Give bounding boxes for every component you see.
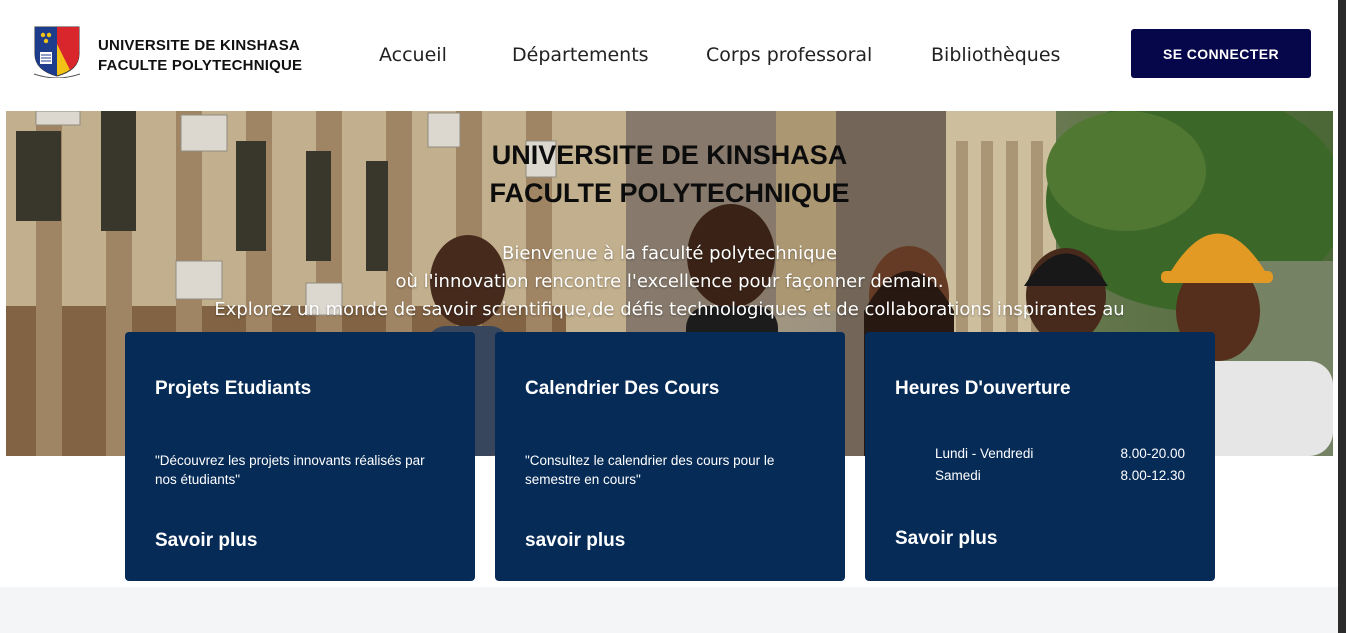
hero-title: UNIVERSITE DE KINSHASA FACULTE POLYTECHN… bbox=[6, 136, 1333, 212]
card-title: Heures D'ouverture bbox=[895, 378, 1071, 399]
login-button[interactable]: SE CONNECTER bbox=[1131, 29, 1311, 78]
nav-accueil[interactable]: Accueil bbox=[379, 44, 447, 66]
site-header: UNIVERSITE DE KINSHASA FACULTE POLYTECHN… bbox=[0, 0, 1338, 108]
card-title: Calendrier Des Cours bbox=[525, 378, 720, 399]
card-description: "Consultez le calendrier des cours pour … bbox=[525, 453, 775, 487]
card-title: Projets Etudiants bbox=[155, 378, 312, 399]
hours-row: Samedi 8.00-12.30 bbox=[935, 468, 1185, 488]
card-savoir-plus-link[interactable]: Savoir plus bbox=[895, 528, 997, 550]
hero-title-line-2: FACULTE POLYTECHNIQUE bbox=[489, 178, 850, 208]
hero-title-line-1: UNIVERSITE DE KINSHASA bbox=[491, 140, 848, 170]
window-edge bbox=[1338, 0, 1346, 633]
brand-name[interactable]: UNIVERSITE DE KINSHASA FACULTE POLYTECHN… bbox=[98, 36, 302, 76]
page-bottom-strip bbox=[0, 587, 1338, 633]
card-heures-ouverture: Heures D'ouverture Lundi - Vendredi 8.00… bbox=[865, 332, 1215, 581]
hours-row: Lundi - Vendredi 8.00-20.00 bbox=[935, 446, 1185, 466]
nav-bibliotheques[interactable]: Bibliothèques bbox=[931, 44, 1060, 66]
hero-subtitle-line-3: Explorez un monde de savoir scientifique… bbox=[214, 299, 1125, 320]
hero-subtitle-line-1: Bienvenue à la faculté polytechnique bbox=[501, 243, 838, 264]
card-description: "Découvrez les projets innovants réalisé… bbox=[155, 453, 425, 487]
brand-line-1: UNIVERSITE DE KINSHASA bbox=[98, 37, 300, 54]
card-projets-etudiants: Projets Etudiants "Découvrez les projets… bbox=[125, 332, 475, 581]
nav-departements[interactable]: Départements bbox=[512, 44, 649, 66]
hours-time: 8.00-20.00 bbox=[1120, 446, 1185, 461]
hours-day: Samedi bbox=[935, 468, 981, 483]
hours-day: Lundi - Vendredi bbox=[935, 446, 1034, 461]
hero-subtitle-line-2: où l'innovation rencontre l'excellence p… bbox=[395, 271, 944, 292]
hero-subtitle: Bienvenue à la faculté polytechnique où … bbox=[6, 240, 1333, 324]
university-logo-icon[interactable] bbox=[30, 24, 84, 78]
card-calendrier-des-cours: Calendrier Des Cours "Consultez le calen… bbox=[495, 332, 845, 581]
card-savoir-plus-link[interactable]: savoir plus bbox=[525, 530, 625, 552]
page: UNIVERSITE DE KINSHASA FACULTE POLYTECHN… bbox=[0, 0, 1338, 633]
hours-time: 8.00-12.30 bbox=[1120, 468, 1185, 483]
nav-corps-professoral[interactable]: Corps professoral bbox=[706, 44, 872, 66]
brand-line-2: FACULTE POLYTECHNIQUE bbox=[98, 57, 303, 74]
card-savoir-plus-link[interactable]: Savoir plus bbox=[155, 530, 257, 552]
